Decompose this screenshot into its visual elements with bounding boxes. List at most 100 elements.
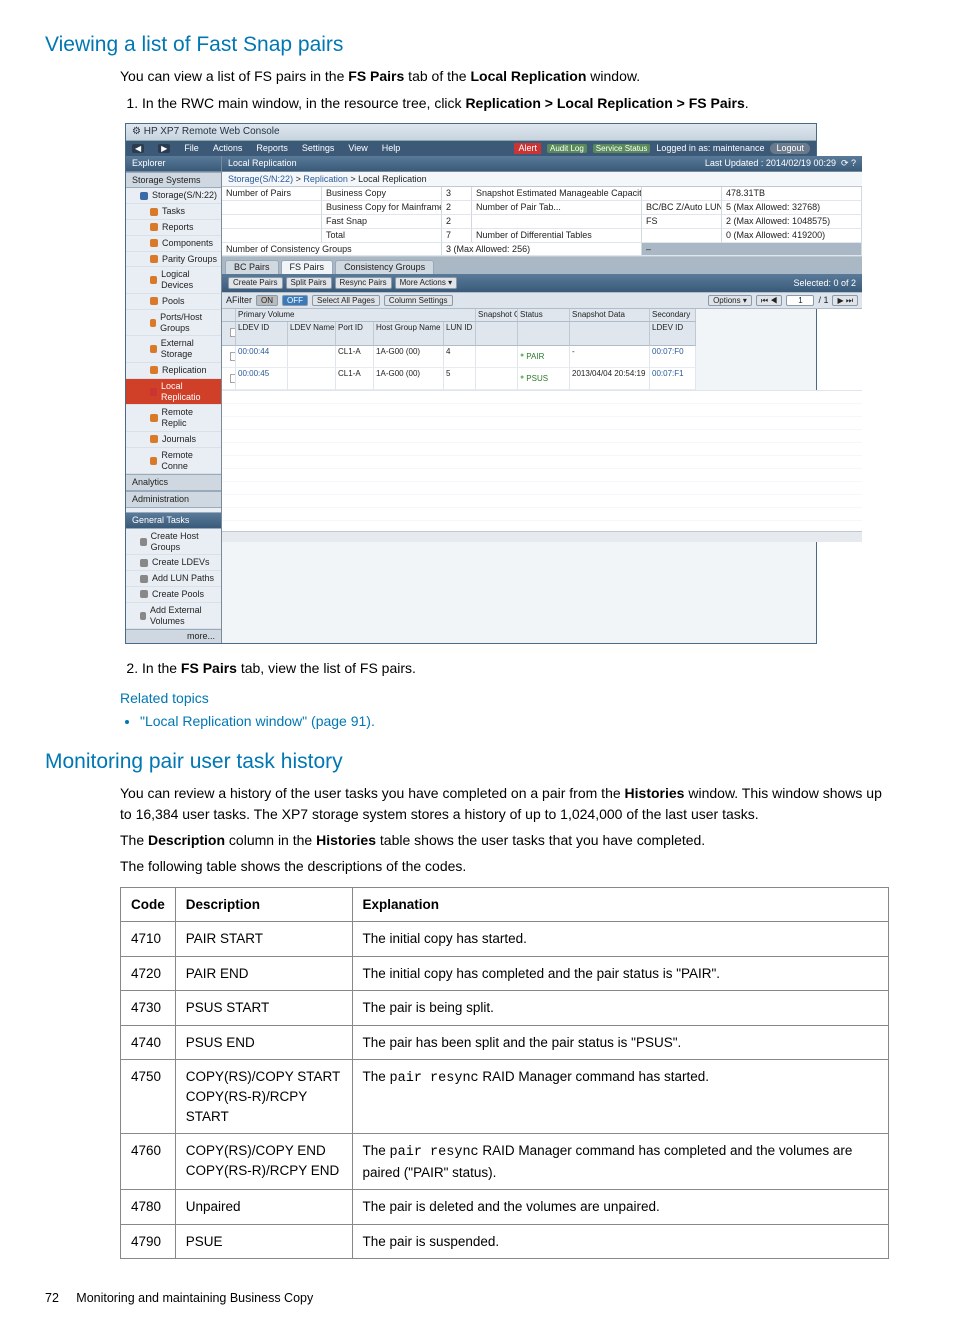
stat-value: 2 xyxy=(442,215,472,229)
label: Components xyxy=(162,238,213,249)
page-next[interactable]: ▶ ⏭ xyxy=(832,295,858,307)
cell-host: 1A-G00 (00) xyxy=(374,368,444,390)
analytics-section[interactable]: Analytics xyxy=(126,474,221,491)
create-pairs-button[interactable]: Create Pairs xyxy=(228,277,282,289)
cell-description: PSUS START xyxy=(175,991,352,1026)
table-row[interactable]: 00:00:44 CL1-A 1A-G00 (00) 4 PAIR - 00:0… xyxy=(222,346,862,368)
service-status-button[interactable]: Service Status xyxy=(593,144,651,154)
logout-button[interactable]: Logout xyxy=(770,143,810,154)
cell-code: 4740 xyxy=(121,1025,176,1060)
related-link[interactable]: "Local Replication window" (page 91). xyxy=(140,711,889,731)
crumb-storage[interactable]: Storage(S/N:22) xyxy=(228,174,293,184)
menu-file[interactable]: File xyxy=(184,143,199,154)
cell-sec[interactable]: 00:07:F0 xyxy=(650,346,696,368)
tasks-icon xyxy=(150,208,158,216)
resync-pairs-button[interactable]: Resync Pairs xyxy=(335,277,392,289)
split-pairs-button[interactable]: Split Pairs xyxy=(286,277,332,289)
task-create-pools[interactable]: Create Pools xyxy=(126,587,221,603)
column-settings-button[interactable]: Column Settings xyxy=(384,295,453,307)
nav-parity[interactable]: Parity Groups xyxy=(126,252,221,268)
tab-fs-pairs[interactable]: FS Pairs xyxy=(281,260,334,274)
nav-logical[interactable]: Logical Devices xyxy=(126,267,221,294)
options-button[interactable]: Options ▾ xyxy=(708,295,752,307)
cell-ldev[interactable]: 00:00:45 xyxy=(236,368,288,390)
col-description: Description xyxy=(175,887,352,922)
nav-replication[interactable]: Replication xyxy=(126,363,221,379)
label: Add LUN Paths xyxy=(152,573,214,584)
storage-systems-header[interactable]: Storage Systems xyxy=(126,172,221,189)
menu-actions[interactable]: Actions xyxy=(213,143,243,154)
related-topics-heading: Related topics xyxy=(120,688,889,708)
menu-reports[interactable]: Reports xyxy=(256,143,288,154)
intro-paragraph: You can view a list of FS pairs in the F… xyxy=(120,66,889,86)
label: Storage(S/N:22) xyxy=(152,190,217,201)
nav-root[interactable]: Storage(S/N:22) xyxy=(126,188,221,204)
nav-pools[interactable]: Pools xyxy=(126,294,221,310)
ext-icon xyxy=(150,345,157,353)
task-create-ldevs[interactable]: Create LDEVs xyxy=(126,555,221,571)
task-add-ext[interactable]: Add External Volumes xyxy=(126,603,221,630)
filter-on[interactable]: ON xyxy=(256,295,278,307)
nav-remote-conn[interactable]: Remote Conne xyxy=(126,448,221,475)
filter-off[interactable]: OFF xyxy=(282,295,308,307)
selected-count: Selected: 0 of 2 xyxy=(793,278,856,289)
label: Add External Volumes xyxy=(150,605,217,627)
table-row: 4760COPY(RS)/COPY END COPY(RS-R)/RCPY EN… xyxy=(121,1134,889,1190)
tab-bc-pairs[interactable]: BC Pairs xyxy=(225,260,279,274)
nav-journals[interactable]: Journals xyxy=(126,432,221,448)
alert-button[interactable]: Alert xyxy=(514,143,541,154)
nav-tasks[interactable]: Tasks xyxy=(126,204,221,220)
page-input[interactable]: 1 xyxy=(786,295,814,307)
col-ldev: LDEV ID xyxy=(236,322,288,346)
stat-label: Business Copy xyxy=(322,187,442,201)
repl-icon xyxy=(150,366,158,374)
cell-code: 4780 xyxy=(121,1190,176,1225)
nav-components[interactable]: Components xyxy=(126,236,221,252)
label: Journals xyxy=(162,434,196,445)
logical-icon xyxy=(150,276,157,284)
audit-button[interactable]: Audit Log xyxy=(547,144,587,154)
page-prev[interactable]: ⏮ ◀ xyxy=(756,295,783,307)
step1-path: Replication > Local Replication > FS Pai… xyxy=(465,95,744,111)
cell-explanation: The pair is suspended. xyxy=(352,1224,888,1259)
cell-explanation: The pair is deleted and the volumes are … xyxy=(352,1190,888,1225)
admin-section[interactable]: Administration xyxy=(126,491,221,508)
col-hostgrp: Host Group Name xyxy=(374,322,444,346)
task-add-lun[interactable]: Add LUN Paths xyxy=(126,571,221,587)
tab-consistency[interactable]: Consistency Groups xyxy=(335,260,434,274)
cell-sec[interactable]: 00:07:F1 xyxy=(650,368,696,390)
table-row[interactable]: 00:00:45 CL1-A 1A-G00 (00) 5 PSUS 2013/0… xyxy=(222,368,862,390)
menu-view[interactable]: View xyxy=(348,143,367,154)
text: The xyxy=(120,832,148,848)
panel-title: Local Replication xyxy=(228,158,297,169)
cell-description: PSUS END xyxy=(175,1025,352,1060)
bold-histories: Histories xyxy=(625,785,685,801)
cell-ldev[interactable]: 00:00:44 xyxy=(236,346,288,368)
bold-local-replication: Local Replication xyxy=(470,68,586,84)
cell-code: 4720 xyxy=(121,956,176,991)
remote-icon xyxy=(150,414,158,422)
nav-ports[interactable]: Ports/Host Groups xyxy=(126,310,221,337)
select-all-button[interactable]: Select All Pages xyxy=(312,295,380,307)
cell-explanation: The initial copy has completed and the p… xyxy=(352,956,888,991)
cell-code: 4750 xyxy=(121,1060,176,1134)
scrollbar[interactable] xyxy=(222,531,862,542)
more-link[interactable]: more... xyxy=(126,629,221,643)
nav-fwd-icon[interactable]: ▶ xyxy=(158,144,170,154)
crumb-replication[interactable]: Replication xyxy=(303,174,348,184)
col-explanation: Explanation xyxy=(352,887,888,922)
menu-settings[interactable]: Settings xyxy=(302,143,335,154)
nav-back-icon[interactable]: ◀ xyxy=(132,144,144,154)
task-create-host[interactable]: Create Host Groups xyxy=(126,529,221,556)
col-sec-ldev: LDEV ID xyxy=(650,322,696,346)
more-actions-button[interactable]: More Actions ▾ xyxy=(395,277,458,289)
nav-external[interactable]: External Storage xyxy=(126,336,221,363)
nav-reports[interactable]: Reports xyxy=(126,220,221,236)
label: Logical Devices xyxy=(161,269,217,291)
nav-local-replication[interactable]: Local Replicatio xyxy=(126,379,221,406)
menu-help[interactable]: Help xyxy=(382,143,401,154)
nav-remote-replication[interactable]: Remote Replic xyxy=(126,405,221,432)
filter-row: AFilter ON OFF Select All Pages Column S… xyxy=(222,292,862,310)
link-text: "Local Replication window" (page 91). xyxy=(140,713,375,729)
stat-label: Business Copy for Mainframe xyxy=(322,201,442,215)
